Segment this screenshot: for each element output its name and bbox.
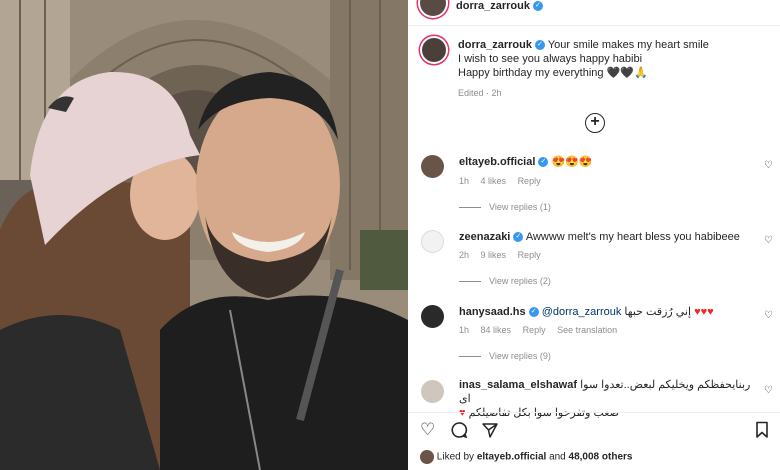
post-side-panel: dorra_zarrouk ✓ dorra_zarrouk ✓ Your smile… xyxy=(408,0,780,470)
comment-text: إني رُزقت حبها xyxy=(624,306,692,318)
verified-badge-icon: ✓ xyxy=(528,307,539,318)
heart-icon[interactable]: ♡ xyxy=(420,421,435,438)
post-header: dorra_zarrouk ✓ xyxy=(408,0,780,26)
see-translation-button[interactable]: See translation xyxy=(557,325,617,335)
comment-like-heart-icon[interactable]: ♡ xyxy=(764,385,773,396)
liked-by-prefix: Liked by xyxy=(436,451,475,463)
comment-likes[interactable]: 9 likes xyxy=(481,250,507,260)
liked-by-others[interactable]: 48,008 others xyxy=(569,452,633,463)
comment-avatar[interactable] xyxy=(421,305,444,328)
comment-like-heart-icon[interactable]: ♡ xyxy=(764,160,773,171)
post-photo[interactable] xyxy=(0,0,408,470)
comment-time: 1h xyxy=(459,176,470,186)
comment-hearts: ♥♥♥ xyxy=(694,306,714,318)
comment-text: Awwww melt's my heart bless you habibeee xyxy=(525,231,740,243)
verified-badge-icon: ✓ xyxy=(538,157,549,168)
view-replies-button[interactable]: View replies (1) xyxy=(459,202,551,212)
comment-item: zeenazaki ✓ Awwww melt's my heart bless y… xyxy=(418,230,773,300)
caption-line-1: Your smile makes my heart smile xyxy=(547,39,709,51)
caption-username[interactable]: dorra_zarrouk xyxy=(458,39,532,51)
comment-like-heart-icon[interactable]: ♡ xyxy=(764,235,773,246)
liked-by-avatar[interactable] xyxy=(420,450,434,464)
comment-like-heart-icon[interactable]: ♡ xyxy=(764,310,773,321)
header-avatar[interactable] xyxy=(420,0,446,16)
reply-button[interactable]: Reply xyxy=(518,250,541,260)
header-username[interactable]: dorra_zarrouk xyxy=(456,0,530,12)
comment-username[interactable]: inas_salama_elshawaf xyxy=(459,379,577,391)
comment-likes[interactable]: 84 likes xyxy=(481,325,512,335)
verified-badge-icon: ✓ xyxy=(532,1,543,12)
comment-avatar[interactable] xyxy=(421,380,444,403)
comment-avatar[interactable] xyxy=(421,230,444,253)
bookmark-icon[interactable] xyxy=(755,421,769,442)
caption-avatar[interactable] xyxy=(422,38,446,62)
caption: dorra_zarrouk ✓ Your smile makes my heart… xyxy=(458,38,768,100)
comment-item: hanysaad.hs ✓ @dorra_zarrouk إني رُزقت حب… xyxy=(418,305,773,375)
share-icon[interactable] xyxy=(481,421,499,442)
comment-text: 😍😍😍 xyxy=(551,156,593,168)
comment-username[interactable]: hanysaad.hs xyxy=(459,306,526,318)
comment-item: eltayeb.official ✓ 😍😍😍 1h 4 likes Reply V… xyxy=(418,155,773,225)
comment-time: 1h xyxy=(459,325,470,335)
liked-by-summary: Liked by eltayeb.official and 48,008 oth… xyxy=(420,450,632,464)
reply-button[interactable]: Reply xyxy=(518,176,541,186)
comment-username[interactable]: eltayeb.official xyxy=(459,156,535,168)
verified-badge-icon: ✓ xyxy=(534,40,545,51)
comment-avatar[interactable] xyxy=(421,155,444,178)
comment-likes[interactable]: 4 likes xyxy=(481,176,507,186)
comment-item: inas_salama_elshawaf ربنايحفظكم ويخليكم … xyxy=(418,378,773,419)
comment-mention[interactable]: @dorra_zarrouk xyxy=(542,306,622,318)
caption-meta: Edited · 2h xyxy=(458,88,502,98)
liked-by-suffix: and xyxy=(549,451,566,463)
plus-circle-icon[interactable]: + xyxy=(585,113,605,133)
comment-icon[interactable] xyxy=(450,421,468,442)
comment-username[interactable]: zeenazaki xyxy=(459,231,510,243)
comment-time: 2h xyxy=(459,250,470,260)
reply-button[interactable]: Reply xyxy=(523,325,546,335)
action-bar: ♡ xyxy=(408,412,780,444)
caption-line-2: I wish to see you always happy habibi xyxy=(458,53,643,65)
liked-by-user[interactable]: eltayeb.official xyxy=(477,452,546,463)
view-replies-button[interactable]: View replies (9) xyxy=(459,351,551,361)
photo-illustration xyxy=(0,0,408,470)
verified-badge-icon: ✓ xyxy=(513,232,524,243)
caption-line-3: Happy birthday my everything 🖤🖤🙏 xyxy=(458,67,648,79)
view-replies-button[interactable]: View replies (2) xyxy=(459,276,551,286)
